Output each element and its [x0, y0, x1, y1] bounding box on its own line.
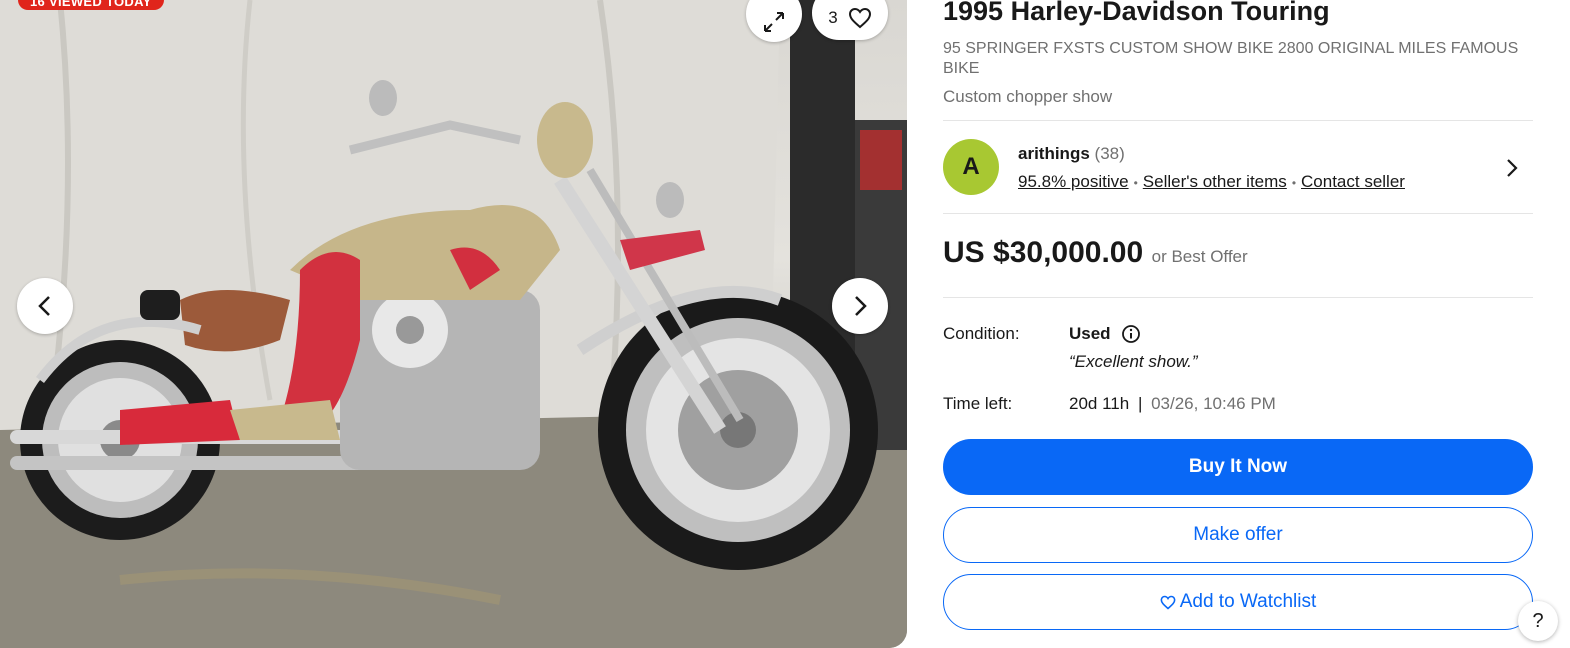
seller-other-items-link[interactable]: Seller's other items — [1143, 172, 1287, 191]
time-separator: | — [1137, 394, 1143, 413]
question-icon: ? — [1532, 609, 1544, 632]
contact-seller-link[interactable]: Contact seller — [1301, 172, 1405, 191]
divider — [943, 297, 1533, 298]
time-left-date: 03/26, 10:46 PM — [1151, 394, 1276, 413]
watch-count: 3 — [828, 8, 838, 27]
previous-image-button[interactable] — [17, 278, 73, 334]
seller-name[interactable]: arithings — [1018, 144, 1090, 163]
price: US $30,000.00 — [943, 236, 1144, 269]
heart-icon — [1160, 595, 1176, 610]
listing-title: 1995 Harley-Davidson Touring — [943, 0, 1330, 26]
divider — [943, 213, 1533, 214]
buy-it-now-button[interactable]: Buy It Now — [943, 439, 1533, 495]
seller-positive-link[interactable]: 95.8% positive — [1018, 172, 1129, 191]
image-gallery[interactable]: 16 VIEWED TODAY 3 — [0, 0, 907, 648]
listing-category: Custom chopper show — [943, 87, 1113, 106]
time-left-value: 20d 11h — [1069, 394, 1130, 413]
seller-avatar[interactable]: A — [943, 139, 999, 195]
divider — [943, 120, 1533, 121]
next-image-button[interactable] — [832, 278, 888, 334]
condition-description: “Excellent show.” — [1069, 352, 1198, 371]
seller-feedback-count: (38) — [1094, 144, 1125, 163]
best-offer-text: or Best Offer — [1151, 247, 1248, 266]
separator-dot: • — [1291, 176, 1297, 190]
help-button[interactable]: ? — [1518, 601, 1558, 641]
condition-label: Condition: — [943, 324, 1020, 343]
condition-value-row: Used — [1069, 324, 1141, 344]
chevron-right-icon[interactable] — [1505, 156, 1519, 180]
listing-subtitle: 95 SPRINGER FXSTS CUSTOM SHOW BIKE 2800 … — [943, 40, 1519, 77]
seller-name-row[interactable]: arithings (38) — [1018, 144, 1125, 164]
price-row: US $30,000.00 or Best Offer — [943, 236, 1248, 270]
motorcycle-photo — [0, 0, 907, 648]
watch-count-button[interactable]: 3 — [812, 0, 888, 40]
time-left-label: Time left: — [943, 394, 1013, 413]
info-icon[interactable] — [1121, 324, 1141, 344]
views-badge: 16 VIEWED TODAY — [18, 0, 164, 10]
chevron-left-icon — [38, 296, 50, 316]
condition-value: Used — [1069, 324, 1111, 343]
heart-icon — [848, 7, 871, 29]
time-left-row: 20d 11h | 03/26, 10:46 PM — [1069, 394, 1276, 414]
add-to-watchlist-button[interactable]: Add to Watchlist — [943, 574, 1533, 630]
add-to-watchlist-label: Add to Watchlist — [1179, 591, 1317, 612]
expand-icon — [764, 12, 784, 32]
seller-links: 95.8% positive • Seller's other items • Cont… — [1018, 172, 1405, 192]
chevron-right-icon — [855, 296, 867, 316]
make-offer-button[interactable]: Make offer — [943, 507, 1533, 563]
separator-dot: • — [1133, 176, 1138, 190]
